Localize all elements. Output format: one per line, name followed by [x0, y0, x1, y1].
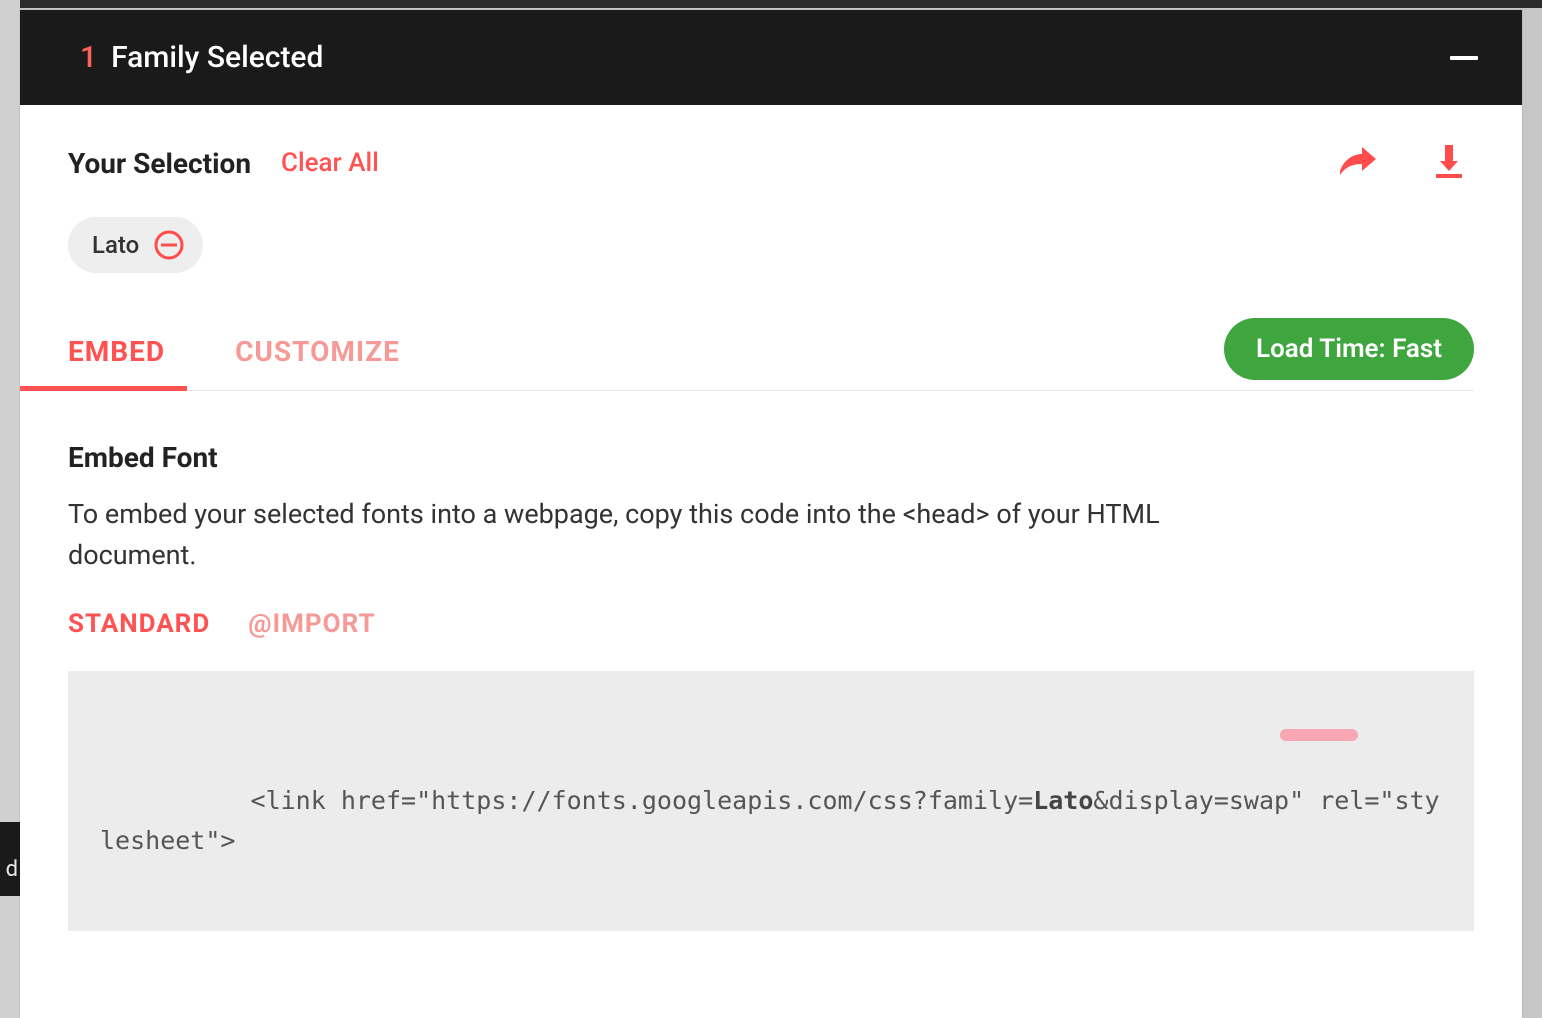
method-import[interactable]: @IMPORT	[248, 609, 375, 639]
embed-heading: Embed Font	[68, 441, 1474, 474]
tab-embed[interactable]: EMBED	[68, 317, 165, 390]
embed-description: To embed your selected fonts into a webp…	[68, 494, 1248, 575]
embed-section: Embed Font To embed your selected fonts …	[68, 391, 1474, 931]
code-prefix: <link href="https://fonts.googleapis.com…	[251, 786, 1034, 815]
font-selection-drawer: 1 Family Selected Your Selection Clear A…	[20, 10, 1522, 1018]
window-chrome-strip	[0, 0, 1542, 8]
your-selection-label: Your Selection	[68, 147, 251, 180]
chip-row: Lato	[68, 217, 1474, 273]
font-chip-lato: Lato	[68, 217, 203, 273]
tabs-row: EMBED CUSTOMIZE Load Time: Fast	[68, 317, 1474, 391]
clear-all-button[interactable]: Clear All	[281, 148, 379, 178]
selection-row: Your Selection Clear All	[68, 143, 1474, 183]
code-family: Lato	[1033, 786, 1093, 815]
method-standard[interactable]: STANDARD	[68, 609, 210, 639]
tab-customize[interactable]: CUSTOMIZE	[235, 317, 400, 390]
remove-font-icon[interactable]	[153, 229, 185, 261]
embed-code-box[interactable]: <link href="https://fonts.googleapis.com…	[68, 671, 1474, 931]
share-icon[interactable]	[1338, 145, 1378, 181]
load-time-badge: Load Time: Fast	[1224, 318, 1474, 380]
drawer-title: 1 Family Selected	[80, 40, 323, 75]
chip-label: Lato	[92, 231, 139, 259]
embed-method-row: STANDARD @IMPORT	[68, 609, 1474, 639]
drawer-content: Your Selection Clear All	[20, 105, 1522, 1018]
background-letter-fragment: d	[0, 822, 20, 896]
highlight-marker	[1280, 729, 1358, 741]
download-icon[interactable]	[1432, 143, 1466, 183]
selected-count: 1	[80, 40, 97, 75]
drawer-header: 1 Family Selected	[20, 10, 1522, 105]
collapse-icon[interactable]	[1450, 56, 1478, 60]
code-mid: &display=	[1093, 786, 1228, 815]
code-swap: swap	[1229, 786, 1289, 815]
drawer-title-text: Family Selected	[111, 40, 323, 75]
